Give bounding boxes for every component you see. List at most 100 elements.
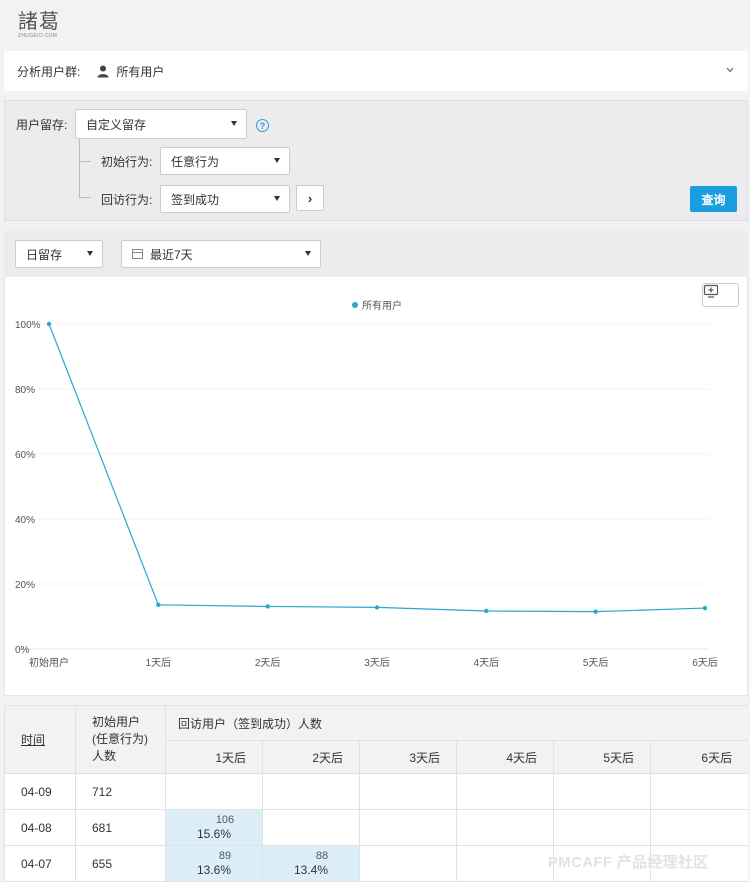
y-tick-label: 60% (15, 450, 35, 461)
watermark: PMCAFF 产品经理社区 (548, 854, 709, 871)
column-header-day: 2天后 (262, 740, 360, 774)
user-segment-bar[interactable]: 分析用户群: 所有用户 (4, 51, 748, 91)
tree-connector-branch (79, 161, 91, 162)
query-panel: 用户留存: 自定义留存 ? 初始行为: 任意行为 回访行为: 签到成功 › 查询 (4, 100, 748, 221)
retention-cell[interactable]: 89 13.6% (165, 845, 263, 882)
row-initial-count: 655 (75, 845, 166, 882)
y-tick-label: 0% (15, 645, 30, 656)
retention-percent: 15.6% (196, 826, 232, 841)
retention-type-value: 自定义留存 (86, 117, 147, 132)
caret-down-icon (87, 251, 93, 256)
retention-cell (359, 809, 457, 846)
calendar-icon (132, 249, 143, 259)
y-tick-label: 80% (15, 385, 35, 396)
x-tick-label: 6天后 (692, 657, 718, 669)
header-line: 人数 (92, 749, 117, 763)
column-header-return-users: 回访用户（签到成功）人数 (164, 705, 748, 741)
column-header-day: 4天后 (456, 740, 554, 774)
segment-label: 分析用户群: (17, 64, 81, 79)
column-header-day: 5天后 (553, 740, 651, 774)
export-icon (703, 284, 719, 298)
y-tick-label: 100% (15, 320, 41, 331)
retention-count: 106 (215, 813, 235, 826)
segment-value: 所有用户 (116, 64, 165, 79)
chevron-right-button[interactable]: › (296, 185, 324, 211)
initial-action-label: 初始行为: (101, 155, 153, 169)
tree-connector-branch (79, 197, 91, 198)
column-header-day: 1天后 (165, 740, 263, 774)
retention-cell (165, 773, 263, 810)
date-range-value: 最近7天 (150, 247, 193, 262)
brand-logo: 諸葛 ZHUGEIO.COM (18, 10, 78, 44)
header-line: 初始用户 (92, 715, 141, 729)
chevron-down-icon[interactable] (726, 65, 734, 76)
column-header-day: 3天后 (359, 740, 457, 774)
retention-cell (649, 809, 748, 846)
caret-down-icon (231, 121, 237, 126)
retention-cell (359, 845, 457, 882)
logo-text: 諸葛 (18, 9, 60, 33)
return-action-value: 签到成功 (171, 192, 220, 207)
retention-period-value: 日留存 (26, 247, 63, 262)
data-point (374, 605, 380, 610)
x-tick-label: 4天后 (474, 657, 500, 669)
data-point (593, 609, 598, 614)
retention-percent: 13.6% (196, 862, 232, 877)
logo-subtext: ZHUGEIO.COM (18, 33, 58, 39)
data-point (702, 605, 708, 611)
row-date: 04-09 (4, 773, 76, 810)
query-button[interactable]: 查询 (690, 186, 737, 212)
help-icon[interactable]: ? (256, 119, 269, 132)
retention-label: 用户留存: (16, 118, 68, 132)
initial-action-select[interactable]: 任意行为 (160, 147, 290, 175)
retention-type-select[interactable]: 自定义留存 (75, 109, 247, 139)
user-icon (96, 64, 110, 78)
caret-down-icon (274, 158, 280, 163)
retention-percent: 13.4% (293, 862, 329, 877)
data-point (484, 608, 489, 614)
initial-action-value: 任意行为 (171, 154, 220, 169)
x-tick-label: 初始用户 (29, 656, 69, 669)
y-tick-label: 20% (15, 580, 35, 591)
retention-period-select[interactable]: 日留存 (15, 240, 103, 268)
retention-cell[interactable]: 106 15.6% (165, 809, 263, 846)
retention-cell (262, 773, 360, 810)
column-header-day: 6天后 (649, 740, 748, 774)
y-tick-label: 40% (15, 515, 35, 526)
column-header-initial-users: 初始用户 (任意行为) 人数 (75, 705, 166, 774)
table-row: 04-09 712 (4, 773, 748, 810)
return-action-label: 回访行为: (101, 193, 153, 207)
row-date: 04-07 (4, 845, 76, 882)
retention-cell (553, 809, 651, 846)
retention-cell (553, 773, 651, 810)
caret-down-icon (305, 251, 311, 256)
header-line: (任意行为) (92, 732, 148, 746)
caret-down-icon (274, 196, 280, 201)
date-range-select[interactable]: 最近7天 (121, 240, 321, 268)
series-line (48, 323, 706, 613)
retention-chart-panel: 0% 20% 40% 60% 80% 100% 初始用户 1天后 2天后 3天后 4天后 5天后 6天后… (4, 277, 748, 696)
row-date: 04-08 (4, 809, 76, 846)
column-header-time[interactable]: 时间 (4, 705, 76, 774)
x-tick-label: 5天后 (583, 657, 609, 669)
x-tick-label: 1天后 (146, 657, 172, 669)
retention-cell[interactable]: 88 13.4% (262, 845, 360, 882)
x-tick-label: 2天后 (255, 657, 281, 669)
retention-cell (456, 809, 554, 846)
legend-label: 所有用户 (362, 299, 402, 312)
retention-cell (456, 845, 554, 882)
retention-cell (649, 773, 748, 810)
x-tick-label: 3天后 (364, 657, 390, 669)
row-initial-count: 712 (75, 773, 166, 810)
table-row: 04-08 681 106 15.6% (4, 809, 748, 846)
retention-cell (262, 809, 360, 846)
export-chart-button[interactable] (702, 283, 739, 307)
legend-marker (352, 302, 358, 308)
return-action-select[interactable]: 签到成功 (160, 185, 290, 213)
data-point (156, 602, 161, 607)
chart-filter-bar: 日留存 最近7天 (4, 231, 748, 277)
data-point (46, 321, 52, 327)
tree-connector (79, 139, 80, 197)
retention-count: 88 (315, 849, 329, 862)
retention-cell (359, 773, 457, 810)
